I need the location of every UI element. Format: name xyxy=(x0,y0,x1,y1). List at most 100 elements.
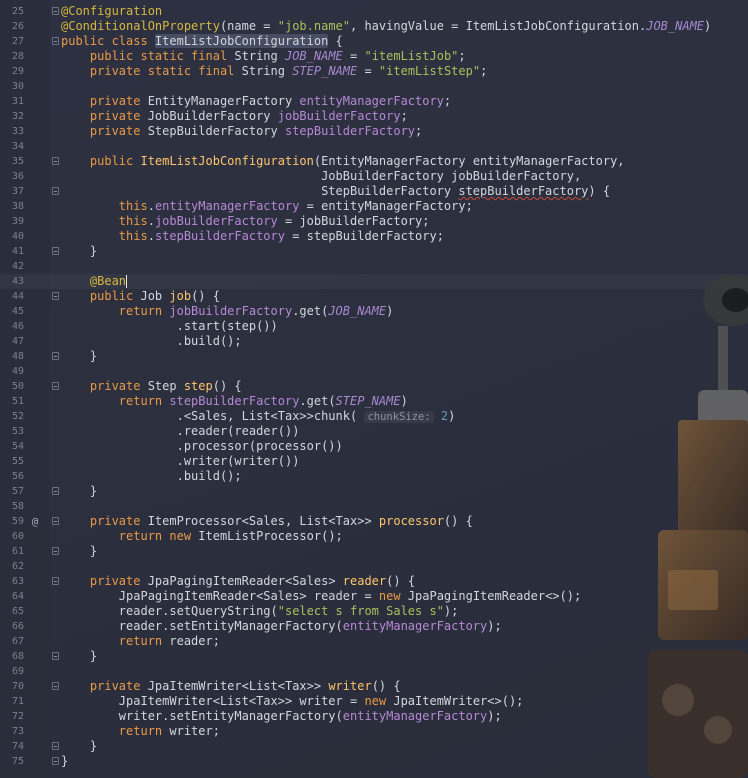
code-text[interactable]: @Bean xyxy=(61,274,128,289)
code-text[interactable]: JpaItemWriter<List<Tax>> writer = new Jp… xyxy=(61,694,524,709)
code-line[interactable]: 60 return new ItemListProcessor(); xyxy=(0,529,748,544)
code-line[interactable]: 38 this.entityManagerFactory = entityMan… xyxy=(0,199,748,214)
code-line[interactable]: 42 xyxy=(0,259,748,274)
code-text[interactable]: @ConditionalOnProperty(name = "job.name"… xyxy=(61,19,711,34)
code-text[interactable]: .processor(processor()) xyxy=(61,439,343,454)
code-text[interactable]: private EntityManagerFactory entityManag… xyxy=(61,94,451,109)
code-line[interactable]: 46 .start(step()) xyxy=(0,319,748,334)
code-line[interactable]: 67 return reader; xyxy=(0,634,748,649)
code-text[interactable]: return new ItemListProcessor(); xyxy=(61,529,343,544)
code-text[interactable]: } xyxy=(61,739,97,754)
code-line[interactable]: 43 @Bean xyxy=(0,274,748,289)
code-text[interactable]: this.stepBuilderFactory = stepBuilderFac… xyxy=(61,229,444,244)
code-line[interactable]: 55 .writer(writer()) xyxy=(0,454,748,469)
code-line[interactable]: 25 @Configuration xyxy=(0,4,748,19)
fold-toggle-icon[interactable] xyxy=(52,37,59,45)
code-text[interactable]: } xyxy=(61,244,97,259)
code-line[interactable]: 56 .build(); xyxy=(0,469,748,484)
code-line[interactable]: 37 StepBuilderFactory stepBuilderFactory… xyxy=(0,184,748,199)
code-line[interactable]: 30 xyxy=(0,79,748,94)
code-line[interactable]: 40 this.stepBuilderFactory = stepBuilder… xyxy=(0,229,748,244)
code-text[interactable]: } xyxy=(61,544,97,559)
code-text[interactable]: private JobBuilderFactory jobBuilderFact… xyxy=(61,109,408,124)
code-line[interactable]: 70 private JpaItemWriter<List<Tax>> writ… xyxy=(0,679,748,694)
code-line[interactable]: 33 private StepBuilderFactory stepBuilde… xyxy=(0,124,748,139)
code-line[interactable]: 57 } xyxy=(0,484,748,499)
code-text[interactable]: return reader; xyxy=(61,634,220,649)
code-editor[interactable]: 25 @Configuration 26 @ConditionalOnProperty… xyxy=(0,0,748,778)
code-text[interactable]: private JpaPagingItemReader<Sales> reade… xyxy=(61,574,415,589)
fold-toggle-icon[interactable] xyxy=(52,352,59,360)
fold-toggle-icon[interactable] xyxy=(52,757,59,765)
code-line[interactable]: 29 private static final String STEP_NAME… xyxy=(0,64,748,79)
code-line[interactable]: 53 .reader(reader()) xyxy=(0,424,748,439)
code-line[interactable]: 61 } xyxy=(0,544,748,559)
code-line[interactable]: 34 xyxy=(0,139,748,154)
code-line[interactable]: 35 public ItemListJobConfiguration(Entit… xyxy=(0,154,748,169)
code-text[interactable]: JpaPagingItemReader<Sales> reader = new … xyxy=(61,589,581,604)
code-line[interactable]: 26 @ConditionalOnProperty(name = "job.nam… xyxy=(0,19,748,34)
code-text[interactable]: JobBuilderFactory jobBuilderFactory, xyxy=(61,169,581,184)
code-line[interactable]: 68 } xyxy=(0,649,748,664)
code-text[interactable]: public static final String JOB_NAME = "i… xyxy=(61,49,466,64)
code-text[interactable]: this.jobBuilderFactory = jobBuilderFacto… xyxy=(61,214,430,229)
code-text[interactable]: } xyxy=(61,349,97,364)
code-text[interactable]: public class ItemListJobConfiguration { xyxy=(61,34,343,49)
code-line[interactable]: 65 reader.setQueryString("select s from … xyxy=(0,604,748,619)
code-line[interactable]: 49 xyxy=(0,364,748,379)
code-text[interactable]: public ItemListJobConfiguration(EntityMa… xyxy=(61,154,625,169)
code-text[interactable]: .<Sales, List<Tax>>chunk( chunkSize: 2) xyxy=(61,409,455,425)
code-line[interactable]: 27 public class ItemListJobConfiguration … xyxy=(0,34,748,49)
code-text[interactable]: return stepBuilderFactory.get(STEP_NAME) xyxy=(61,394,408,409)
code-text[interactable]: return jobBuilderFactory.get(JOB_NAME) xyxy=(61,304,394,319)
fold-toggle-icon[interactable] xyxy=(52,742,59,750)
code-text[interactable]: private JpaItemWriter<List<Tax>> writer(… xyxy=(61,679,401,694)
code-text[interactable]: reader.setQueryString("select s from Sal… xyxy=(61,604,459,619)
code-text[interactable]: writer.setEntityManagerFactory(entityMan… xyxy=(61,709,502,724)
code-text[interactable]: .build(); xyxy=(61,334,242,349)
fold-toggle-icon[interactable] xyxy=(52,382,59,390)
code-text[interactable]: return writer; xyxy=(61,724,220,739)
code-line[interactable]: 44 public Job job() { xyxy=(0,289,748,304)
fold-toggle-icon[interactable] xyxy=(52,652,59,660)
code-line[interactable]: 36 JobBuilderFactory jobBuilderFactory, xyxy=(0,169,748,184)
code-line[interactable]: 41 } xyxy=(0,244,748,259)
code-line[interactable]: 73 return writer; xyxy=(0,724,748,739)
code-line[interactable]: 69 xyxy=(0,664,748,679)
code-text[interactable]: } xyxy=(61,754,68,769)
code-line[interactable]: 32 private JobBuilderFactory jobBuilderF… xyxy=(0,109,748,124)
fold-toggle-icon[interactable] xyxy=(52,577,59,585)
code-line[interactable]: 39 this.jobBuilderFactory = jobBuilderFa… xyxy=(0,214,748,229)
override-marker-icon[interactable]: @ xyxy=(29,514,41,529)
fold-toggle-icon[interactable] xyxy=(52,187,59,195)
code-text[interactable]: private ItemProcessor<Sales, List<Tax>> … xyxy=(61,514,473,529)
code-line[interactable]: 58 xyxy=(0,499,748,514)
fold-toggle-icon[interactable] xyxy=(52,517,59,525)
code-text[interactable]: .writer(writer()) xyxy=(61,454,300,469)
code-line[interactable]: 71 JpaItemWriter<List<Tax>> writer = new… xyxy=(0,694,748,709)
code-text[interactable]: @Configuration xyxy=(61,4,162,19)
code-line[interactable]: 62 xyxy=(0,559,748,574)
code-line[interactable]: 45 return jobBuilderFactory.get(JOB_NAME… xyxy=(0,304,748,319)
code-line[interactable]: 50 private Step step() { xyxy=(0,379,748,394)
code-text[interactable]: } xyxy=(61,484,97,499)
fold-toggle-icon[interactable] xyxy=(52,247,59,255)
code-text[interactable]: private StepBuilderFactory stepBuilderFa… xyxy=(61,124,422,139)
code-text[interactable]: this.entityManagerFactory = entityManage… xyxy=(61,199,473,214)
code-text[interactable]: private static final String STEP_NAME = … xyxy=(61,64,487,79)
code-text[interactable]: .reader(reader()) xyxy=(61,424,300,439)
code-line[interactable]: 52 .<Sales, List<Tax>>chunk( chunkSize: … xyxy=(0,409,748,424)
fold-toggle-icon[interactable] xyxy=(52,292,59,300)
fold-toggle-icon[interactable] xyxy=(52,547,59,555)
code-line[interactable]: 54 .processor(processor()) xyxy=(0,439,748,454)
code-text[interactable]: .start(step()) xyxy=(61,319,278,334)
fold-toggle-icon[interactable] xyxy=(52,7,59,15)
code-text[interactable]: reader.setEntityManagerFactory(entityMan… xyxy=(61,619,502,634)
code-line[interactable]: 64 JpaPagingItemReader<Sales> reader = n… xyxy=(0,589,748,604)
code-line[interactable]: 48 } xyxy=(0,349,748,364)
code-line[interactable]: 74 } xyxy=(0,739,748,754)
fold-toggle-icon[interactable] xyxy=(52,682,59,690)
fold-toggle-icon[interactable] xyxy=(52,487,59,495)
code-line[interactable]: 47 .build(); xyxy=(0,334,748,349)
code-line[interactable]: 31 private EntityManagerFactory entityMa… xyxy=(0,94,748,109)
